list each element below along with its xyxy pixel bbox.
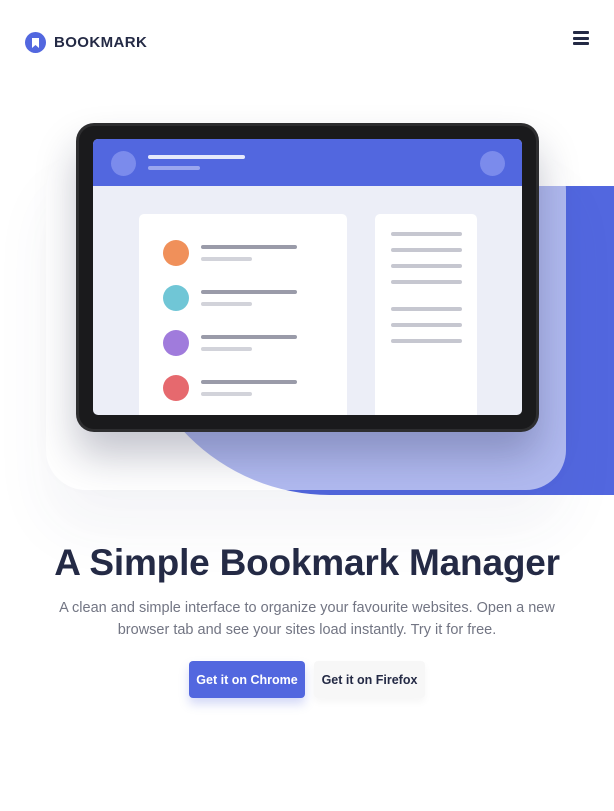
- logo-text: BOOKMARK: [54, 34, 148, 51]
- page-title: A Simple Bookmark Manager: [54, 542, 560, 583]
- bookmark-list-card: [139, 214, 347, 415]
- get-firefox-button[interactable]: Get it on Firefox: [314, 661, 425, 698]
- tablet-screen: [93, 139, 522, 415]
- side-panel-card: [375, 214, 477, 415]
- screen-topbar: [93, 139, 522, 186]
- page: BOOKMARK A Simple Bookmark Manager A cle…: [0, 0, 614, 811]
- bookmark-line: [201, 347, 252, 351]
- topbar-line: [148, 166, 200, 170]
- bookmark-dot: [163, 240, 189, 266]
- topbar-line: [148, 155, 245, 159]
- bookmark-dot: [163, 375, 189, 401]
- bookmark-line: [201, 290, 297, 294]
- hamburger-menu-icon[interactable]: [573, 31, 589, 45]
- hero-description: A clean and simple interface to organize…: [59, 600, 555, 638]
- bookmark-line: [201, 380, 297, 384]
- bookmark-line: [201, 335, 297, 339]
- get-chrome-button[interactable]: Get it on Chrome: [189, 661, 305, 698]
- logo[interactable]: BOOKMARK: [25, 32, 147, 53]
- bookmark-logo-icon: [25, 32, 46, 53]
- bookmark-dot: [163, 330, 189, 356]
- bookmark-line: [201, 302, 252, 306]
- settings-circle: [480, 151, 505, 176]
- bookmark-line: [201, 392, 252, 396]
- bookmark-line: [201, 245, 297, 249]
- bookmark-dot: [163, 285, 189, 311]
- avatar-circle: [111, 151, 136, 176]
- bookmark-line: [201, 257, 252, 261]
